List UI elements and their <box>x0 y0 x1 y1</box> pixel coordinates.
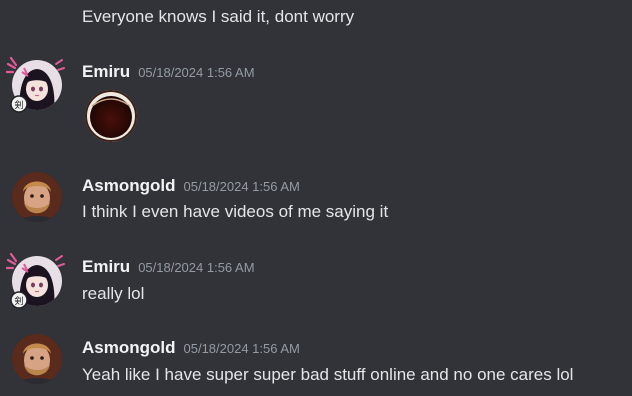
avatar[interactable] <box>12 256 62 306</box>
message-header: Asmongold 05/18/2024 1:56 AM <box>82 338 300 359</box>
bearded-man-avatar-icon <box>12 334 62 384</box>
bearded-man-avatar-icon <box>12 172 62 222</box>
message-header: Asmongold 05/18/2024 1:56 AM <box>82 176 300 197</box>
avatar[interactable] <box>12 172 62 222</box>
timestamp[interactable]: 05/18/2024 1:56 AM <box>184 341 300 356</box>
message-text: I think I even have videos of me saying … <box>82 202 389 221</box>
avatar[interactable] <box>12 60 62 110</box>
message-text: really lol <box>82 284 145 303</box>
avatar[interactable] <box>12 334 62 384</box>
username[interactable]: Emiru <box>82 62 130 81</box>
anime-girl-avatar-icon <box>12 60 62 110</box>
timestamp[interactable]: 05/18/2024 1:56 AM <box>184 179 300 194</box>
message-text: Yeah like I have super super bad stuff o… <box>82 365 574 384</box>
coffee-ring-emoji-icon[interactable] <box>82 86 140 144</box>
username[interactable]: Asmongold <box>82 338 176 357</box>
username[interactable]: Emiru <box>82 257 130 276</box>
chat-message-list: Everyone knows I said it, dont worry 剣 E… <box>0 0 632 396</box>
anime-girl-avatar-icon <box>12 256 62 306</box>
message-header: Emiru 05/18/2024 1:56 AM <box>82 62 255 83</box>
timestamp[interactable]: 05/18/2024 1:56 AM <box>138 65 254 80</box>
timestamp[interactable]: 05/18/2024 1:56 AM <box>138 260 254 275</box>
message-text: Everyone knows I said it, dont worry <box>82 7 355 26</box>
username[interactable]: Asmongold <box>82 176 176 195</box>
message-header: Emiru 05/18/2024 1:56 AM <box>82 257 255 278</box>
